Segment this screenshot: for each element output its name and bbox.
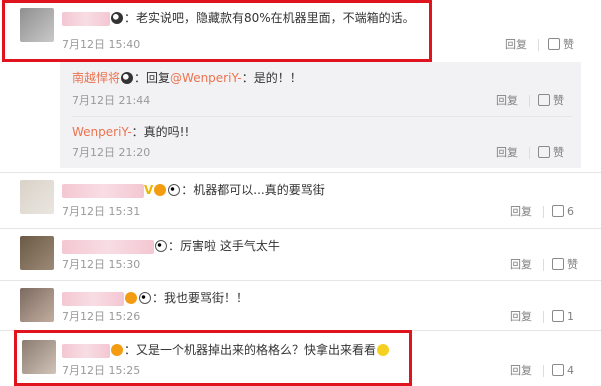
reply-button[interactable]: 回复 (496, 94, 518, 108)
reply-divider (72, 116, 572, 117)
comment-text: ：我也要骂街！！ (152, 291, 249, 305)
skull-emoji-icon (111, 12, 123, 24)
like-button[interactable]: 赞 (538, 94, 564, 108)
comment-5: ：厉害啦 这手气太牛 (62, 238, 280, 254)
action-divider (543, 206, 544, 218)
reply-time: 7月12日 21:44 (72, 94, 151, 107)
comment-text: ：老实说吧，隐藏款有80%在机器里面，不端箱的话。 (124, 11, 415, 25)
comment-time: 7月12日 15:40 (62, 38, 141, 51)
emoji-icon (125, 292, 137, 304)
verified-v-icon: V (144, 183, 154, 197)
panda-emoji-icon (168, 184, 181, 196)
thumb-up-icon (538, 146, 550, 158)
comment-divider (0, 280, 601, 281)
comment-7: ：又是一个机器掉出来的格格么？快拿出来看看 (62, 342, 390, 358)
panda-emoji-icon (139, 292, 151, 304)
skull-emoji-icon (121, 72, 134, 84)
action-divider (543, 259, 544, 271)
panda-emoji-icon (155, 240, 167, 252)
comment-time: 7月12日 15:26 (62, 310, 141, 323)
comment-text: ：机器都可以...真的要骂街 (181, 183, 325, 197)
comment-1: ：老实说吧，隐藏款有80%在机器里面，不端箱的话。 (62, 10, 415, 26)
reply-time: 7月12日 21:20 (72, 146, 151, 159)
like-button[interactable]: 赞 (548, 38, 574, 52)
avatar[interactable] (20, 8, 54, 42)
action-divider (529, 95, 530, 107)
thumb-up-icon (548, 38, 560, 50)
like-button[interactable]: 1 (552, 310, 574, 324)
thumb-up-icon (538, 94, 550, 106)
action-divider (543, 365, 544, 377)
comment-divider (0, 228, 601, 229)
smile-emoji-icon (377, 344, 390, 356)
username-blurred[interactable] (62, 239, 154, 254)
emoji-icon (111, 344, 123, 356)
mention-link[interactable]: @WenperiY- (170, 71, 242, 85)
emoji-icon (154, 184, 167, 196)
thumb-up-icon (552, 205, 564, 217)
reply-1: 南越悍将 ：回复@WenperiY-：是的！！ (72, 71, 302, 85)
username-blurred[interactable] (62, 11, 110, 26)
reply-author-link[interactable]: 南越悍将 (72, 71, 120, 85)
thumb-up-icon (552, 258, 564, 270)
reply-author-link[interactable]: WenperiY- (72, 125, 132, 139)
action-divider (543, 311, 544, 323)
comment-divider (0, 172, 601, 173)
like-button[interactable]: 赞 (552, 258, 578, 272)
like-button[interactable]: 6 (552, 205, 574, 219)
like-button[interactable]: 4 (552, 364, 574, 378)
avatar[interactable] (20, 288, 54, 322)
username-blurred[interactable] (62, 343, 110, 358)
comment-time: 7月12日 15:25 (62, 364, 141, 377)
reply-button[interactable]: 回复 (510, 364, 532, 378)
comment-6: ：我也要骂街！！ (62, 290, 248, 306)
reply-button[interactable]: 回复 (496, 146, 518, 160)
thumb-up-icon (552, 310, 564, 322)
action-divider (529, 147, 530, 159)
username-blurred[interactable] (62, 291, 124, 306)
comment-text: ：又是一个机器掉出来的格格么？快拿出来看看 (124, 343, 377, 357)
reply-2: WenperiY-：真的吗!! (72, 125, 190, 139)
comment-time: 7月12日 15:31 (62, 205, 141, 218)
comment-text: ：厉害啦 这手气太牛 (168, 239, 280, 253)
reply-button[interactable]: 回复 (510, 205, 532, 219)
like-button[interactable]: 赞 (538, 146, 564, 160)
comment-time: 7月12日 15:30 (62, 258, 141, 271)
avatar[interactable] (22, 340, 56, 374)
action-divider (538, 39, 539, 51)
comment-4: V ：机器都可以...真的要骂街 (62, 182, 325, 198)
reply-button[interactable]: 回复 (510, 258, 532, 272)
username-blurred[interactable] (62, 183, 144, 198)
avatar[interactable] (20, 180, 54, 214)
reply-button[interactable]: 回复 (510, 310, 532, 324)
reply-button[interactable]: 回复 (505, 38, 527, 52)
avatar[interactable] (20, 236, 54, 270)
thumb-up-icon (552, 364, 564, 376)
